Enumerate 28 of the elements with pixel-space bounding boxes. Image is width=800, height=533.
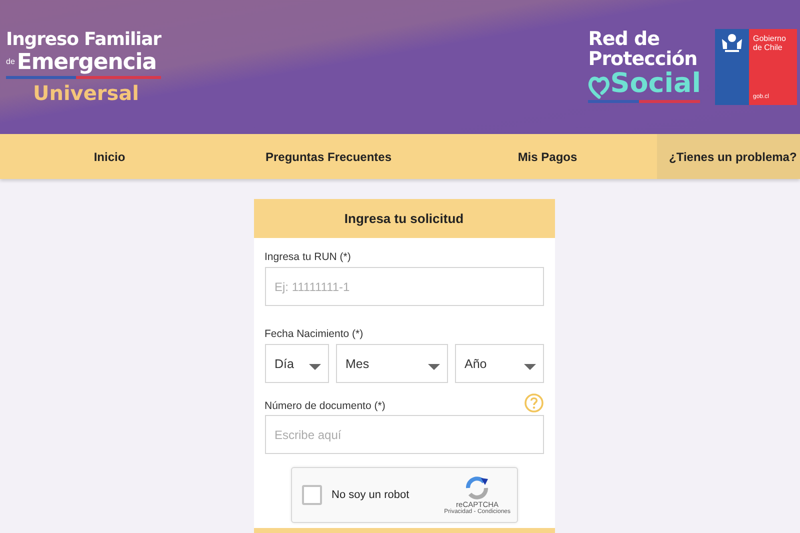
nav-link[interactable]: Inicio xyxy=(0,134,219,179)
document-field[interactable]: Escribe aquí xyxy=(264,415,544,454)
logo-text: de xyxy=(6,57,15,67)
logo-text: Social xyxy=(610,69,701,99)
logo-text: Universal xyxy=(32,81,140,105)
crest-icon xyxy=(719,33,745,53)
nav-link[interactable]: Preguntas Frecuentes xyxy=(219,134,438,179)
checkbox[interactable] xyxy=(302,485,322,505)
caret-icon xyxy=(428,364,440,370)
caret-icon xyxy=(308,364,320,370)
caret-icon xyxy=(524,364,536,370)
logo-text: Protección xyxy=(588,49,698,69)
card-title: Ingresa tu solicitud xyxy=(344,211,464,226)
logo-text: Emergencia xyxy=(16,51,156,75)
logo-text: Ingreso Familiar xyxy=(6,29,162,51)
run-field[interactable]: Ej: 11111111-1 xyxy=(264,267,544,306)
recaptcha-icon xyxy=(464,476,490,500)
dropdown[interactable]: Día xyxy=(264,344,328,383)
help-icon[interactable] xyxy=(524,393,544,413)
government-name: Gobierno de Chile xyxy=(753,34,787,52)
dropdown[interactable]: Mes xyxy=(336,344,448,383)
captcha-label: No soy un robot xyxy=(332,489,410,501)
dropdown[interactable]: Año xyxy=(454,344,544,383)
logo-text: Red de xyxy=(588,29,660,49)
field-label: Ingresa tu RUN (*) xyxy=(264,251,352,263)
nav-link[interactable]: Mis Pagos xyxy=(438,134,657,179)
field-label: Fecha Nacimiento (*) xyxy=(264,328,364,340)
field-label: Número de documento (*) xyxy=(264,400,386,412)
